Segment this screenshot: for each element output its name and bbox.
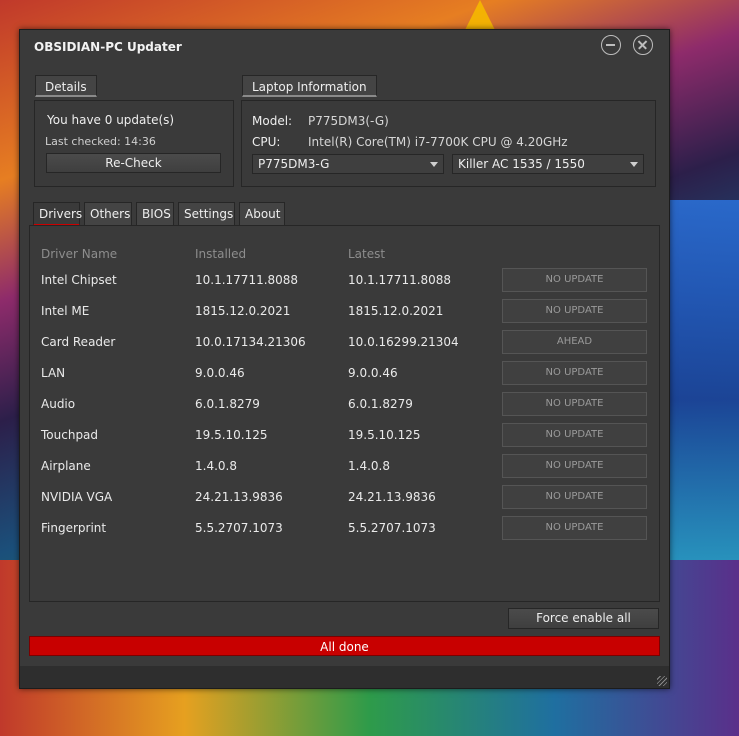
installed-version: 10.0.17134.21306 [195, 335, 306, 349]
driver-name: Card Reader [41, 335, 116, 349]
table-row: Fingerprint 5.5.2707.1073 5.5.2707.1073 … [30, 516, 659, 547]
model-select[interactable]: P775DM3-G [252, 154, 444, 174]
tab-about[interactable]: About [239, 202, 285, 226]
drivers-panel: Driver Name Installed Latest Intel Chips… [29, 225, 660, 602]
installed-version: 19.5.10.125 [195, 428, 268, 442]
latest-version: 9.0.0.46 [348, 366, 398, 380]
window-title: OBSIDIAN-PC Updater [34, 40, 182, 54]
details-tab-header: Details [35, 75, 97, 97]
model-select-value: P775DM3-G [258, 157, 330, 171]
minimize-icon[interactable] [601, 35, 621, 55]
installed-version: 24.21.13.9836 [195, 490, 283, 504]
wifi-select-value: Killer AC 1535 / 1550 [458, 157, 585, 171]
update-status-button[interactable]: NO UPDATE [502, 485, 647, 509]
update-status-button[interactable]: NO UPDATE [502, 423, 647, 447]
tab-settings[interactable]: Settings [178, 202, 235, 226]
column-header-driver-name: Driver Name [41, 247, 118, 261]
resize-grip-icon[interactable] [657, 676, 667, 686]
latest-version: 5.5.2707.1073 [348, 521, 436, 535]
update-status-button[interactable]: AHEAD [502, 330, 647, 354]
wifi-select[interactable]: Killer AC 1535 / 1550 [452, 154, 644, 174]
tab-bios[interactable]: BIOS [136, 202, 174, 226]
recheck-button[interactable]: Re-Check [46, 153, 221, 173]
driver-name: NVIDIA VGA [41, 490, 113, 504]
tab-others[interactable]: Others [84, 202, 132, 226]
driver-name: Intel ME [41, 304, 90, 318]
chevron-down-icon [430, 162, 438, 167]
table-row: Card Reader 10.0.17134.21306 10.0.16299.… [30, 330, 659, 361]
update-status-button[interactable]: NO UPDATE [502, 299, 647, 323]
column-header-installed: Installed [195, 247, 247, 261]
cpu-label: CPU: [252, 135, 281, 149]
force-enable-all-button[interactable]: Force enable all [508, 608, 659, 629]
installed-version: 10.1.17711.8088 [195, 273, 299, 287]
update-status-button[interactable]: NO UPDATE [502, 392, 647, 416]
updates-count-text: You have 0 update(s) [47, 113, 175, 127]
column-header-latest: Latest [348, 247, 386, 261]
laptop-info-panel: Model: P775DM3(-G) CPU: Intel(R) Core(TM… [241, 100, 656, 187]
table-row: Intel ME 1815.12.0.2021 1815.12.0.2021 N… [30, 299, 659, 330]
driver-name: Fingerprint [41, 521, 107, 535]
table-row: NVIDIA VGA 24.21.13.9836 24.21.13.9836 N… [30, 485, 659, 516]
installed-version: 1815.12.0.2021 [195, 304, 291, 318]
status-bar: All done [29, 636, 660, 656]
latest-version: 1815.12.0.2021 [348, 304, 444, 318]
latest-version: 1.4.0.8 [348, 459, 390, 473]
driver-name: Intel Chipset [41, 273, 117, 287]
update-status-button[interactable]: NO UPDATE [502, 454, 647, 478]
chevron-down-icon [630, 162, 638, 167]
table-row: Intel Chipset 10.1.17711.8088 10.1.17711… [30, 268, 659, 299]
driver-name: Airplane [41, 459, 91, 473]
table-row: Touchpad 19.5.10.125 19.5.10.125 NO UPDA… [30, 423, 659, 454]
latest-version: 10.0.16299.21304 [348, 335, 459, 349]
window-footer [20, 666, 669, 688]
table-row: LAN 9.0.0.46 9.0.0.46 NO UPDATE [30, 361, 659, 392]
driver-name: LAN [41, 366, 66, 380]
tab-drivers[interactable]: Drivers [33, 202, 82, 226]
latest-version: 19.5.10.125 [348, 428, 421, 442]
latest-version: 24.21.13.9836 [348, 490, 436, 504]
table-row: Audio 6.0.1.8279 6.0.1.8279 NO UPDATE [30, 392, 659, 423]
model-label: Model: [252, 114, 293, 128]
driver-name: Audio [41, 397, 76, 411]
last-checked-text: Last checked: 14:36 [45, 135, 156, 148]
updater-window: OBSIDIAN-PC Updater Details You have 0 u… [19, 29, 670, 689]
details-panel: You have 0 update(s) Last checked: 14:36… [34, 100, 234, 187]
table-row: Airplane 1.4.0.8 1.4.0.8 NO UPDATE [30, 454, 659, 485]
installed-version: 1.4.0.8 [195, 459, 237, 473]
laptop-info-tab-header: Laptop Information [242, 75, 377, 97]
latest-version: 6.0.1.8279 [348, 397, 413, 411]
latest-version: 10.1.17711.8088 [348, 273, 452, 287]
installed-version: 5.5.2707.1073 [195, 521, 283, 535]
update-status-button[interactable]: NO UPDATE [502, 361, 647, 385]
wallpaper-ray [660, 200, 739, 600]
installed-version: 9.0.0.46 [195, 366, 245, 380]
driver-name: Touchpad [41, 428, 99, 442]
installed-version: 6.0.1.8279 [195, 397, 260, 411]
cpu-value: Intel(R) Core(TM) i7-7700K CPU @ 4.20GHz [308, 135, 568, 149]
model-value: P775DM3(-G) [308, 114, 389, 128]
close-icon[interactable] [633, 35, 653, 55]
title-bar[interactable]: OBSIDIAN-PC Updater [20, 30, 669, 64]
update-status-button[interactable]: NO UPDATE [502, 268, 647, 292]
update-status-button[interactable]: NO UPDATE [502, 516, 647, 540]
